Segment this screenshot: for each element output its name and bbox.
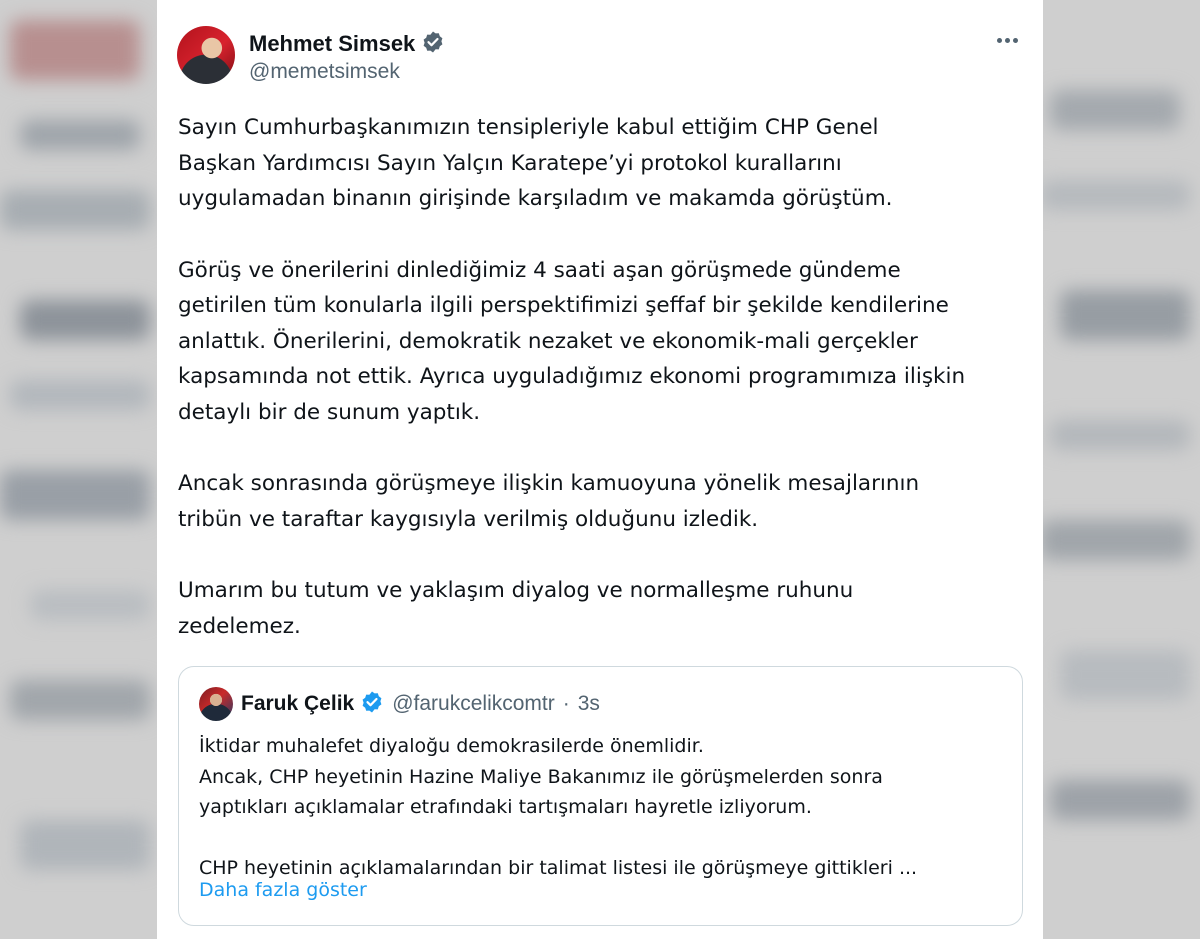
more-horizontal-icon[interactable] [991, 28, 1023, 52]
quoted-tweet-header: Faruk Çelik @farukcelikcomtr · 3s [199, 687, 600, 721]
quoted-author-name: Faruk Çelik [241, 692, 355, 715]
verified-badge-icon [360, 690, 384, 718]
quoted-timestamp: 3s [577, 692, 600, 715]
show-more-link[interactable]: Daha fazla göster [199, 879, 367, 901]
tweet-text: Sayın Cumhurbaşkanımızın tensipleriyle k… [178, 110, 1018, 680]
blurred-background-right [1040, 0, 1200, 939]
tweet-card: Mehmet Simsek @memetsimsek Sayın Cumhurb… [157, 0, 1043, 939]
quoted-paragraph: İktidar muhalefet diyaloğu demokrasilerd… [199, 735, 883, 818]
quoted-author-handle: @farukcelikcomtr [392, 692, 555, 715]
author-name-row: Mehmet Simsek [249, 30, 445, 58]
quoted-tweet[interactable]: Faruk Çelik @farukcelikcomtr · 3s İktida… [178, 666, 1023, 926]
author-display-name[interactable]: Mehmet Simsek [249, 31, 415, 57]
blurred-background-left [0, 0, 157, 939]
tweet-header: Mehmet Simsek @memetsimsek [177, 26, 1023, 86]
quoted-avatar [199, 687, 233, 721]
tweet-paragraph: Sayın Cumhurbaşkanımızın tensipleriyle k… [178, 115, 893, 211]
tweet-paragraph: Görüş ve önerilerini dinlediğimiz 4 saat… [178, 257, 966, 425]
tweet-paragraph: Ancak sonrasında görüşmeye ilişkin kamuo… [178, 471, 920, 532]
verified-badge-icon [421, 30, 445, 58]
avatar[interactable] [177, 26, 235, 84]
meta-separator: · [562, 692, 570, 715]
tweet-paragraph: Umarım bu tutum ve yaklaşım diyalog ve n… [178, 578, 854, 639]
author-handle[interactable]: @memetsimsek [249, 60, 400, 84]
